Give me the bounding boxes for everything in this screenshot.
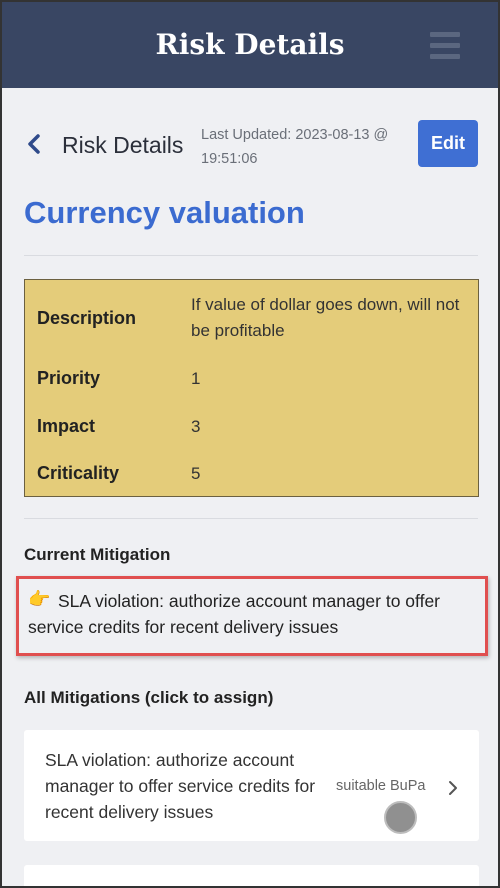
- touch-indicator: [384, 801, 417, 834]
- impact-value: 3: [191, 417, 201, 436]
- risk-title: Currency valuation: [24, 195, 305, 230]
- app-title: Risk Details: [155, 28, 345, 61]
- risk-details-table: Description If value of dollar goes down…: [24, 279, 479, 497]
- divider: [24, 255, 478, 256]
- priority-label: Priority: [37, 368, 101, 388]
- mitigation-assignee: suitable BuPa: [336, 778, 426, 794]
- app-header: Risk Details: [2, 2, 498, 88]
- app-frame: Risk Details Risk Details Last Updated: …: [0, 0, 500, 888]
- mitigation-list-item[interactable]: SLA violation: authorize account manager…: [24, 730, 479, 841]
- all-mitigations-heading: All Mitigations (click to assign): [24, 688, 274, 707]
- criticality-value: 5: [191, 464, 201, 483]
- current-mitigation-text: SLA violation: authorize account manager…: [28, 591, 441, 637]
- back-chevron-icon[interactable]: [24, 130, 44, 158]
- impact-label: Impact: [37, 416, 96, 436]
- hamburger-menu-icon[interactable]: [430, 32, 460, 60]
- description-label: Description: [37, 308, 137, 328]
- priority-value: 1: [191, 369, 201, 388]
- mitigation-text: SLA violation: authorize account manager…: [45, 750, 316, 822]
- mitigation-list-item[interactable]: [24, 865, 479, 886]
- description-value: If value of dollar goes down, will not b…: [191, 295, 460, 340]
- criticality-label: Criticality: [37, 463, 120, 483]
- page-title: Risk Details: [62, 132, 184, 158]
- chevron-right-icon: [449, 781, 457, 795]
- last-updated-text: Last Updated: 2023-08-13 @ 19:51:06: [201, 127, 389, 167]
- current-mitigation-heading: Current Mitigation: [24, 545, 171, 564]
- divider: [24, 518, 478, 519]
- current-mitigation-box: 👉 SLA violation: authorize account manag…: [16, 576, 488, 656]
- edit-button[interactable]: Edit: [418, 120, 478, 167]
